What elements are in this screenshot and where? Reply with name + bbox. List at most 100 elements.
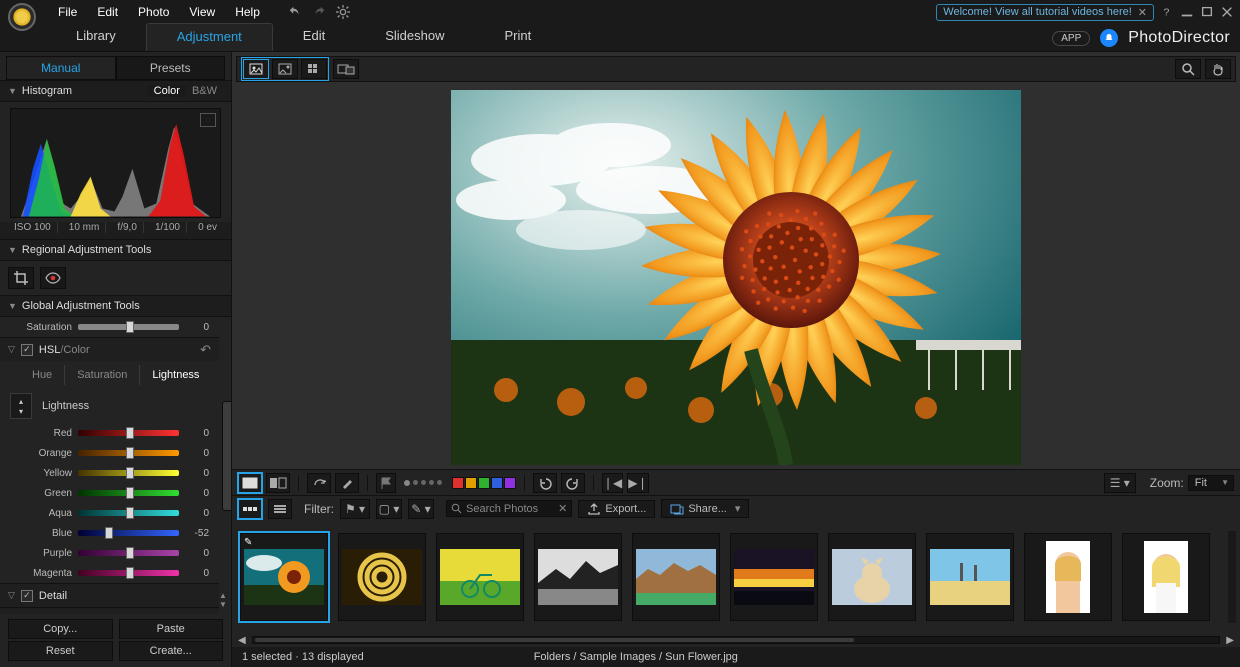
filter-flag-button[interactable]: ⚑ ▾ bbox=[340, 499, 370, 519]
menu-photo[interactable]: Photo bbox=[128, 5, 179, 19]
zoom-tool-button[interactable] bbox=[1175, 59, 1201, 79]
sort-menu-button[interactable]: ☰ ▾ bbox=[1104, 473, 1136, 493]
channel-aqua-value[interactable]: 0 bbox=[179, 508, 213, 519]
scroll-right-button[interactable]: ▶ bbox=[1226, 635, 1234, 646]
menu-edit[interactable]: Edit bbox=[87, 5, 128, 19]
panel-scrollbar[interactable] bbox=[221, 321, 229, 610]
hsl-enable-checkbox[interactable]: ✓ bbox=[21, 344, 33, 356]
export-button[interactable]: Export... bbox=[578, 500, 655, 518]
filter-label-button[interactable]: ▢ ▾ bbox=[376, 499, 402, 519]
pan-tool-button[interactable] bbox=[1205, 59, 1231, 79]
detail-enable-checkbox[interactable]: ✓ bbox=[21, 590, 33, 602]
channel-aqua-slider[interactable] bbox=[78, 510, 179, 516]
thumb-sunflower[interactable]: ✎ bbox=[240, 533, 328, 621]
notification-bell-icon[interactable] bbox=[1100, 29, 1118, 47]
menu-file[interactable]: File bbox=[48, 5, 87, 19]
hsl-tab-saturation[interactable]: Saturation bbox=[65, 365, 140, 385]
rating-dots[interactable] bbox=[404, 480, 442, 486]
redo-icon[interactable] bbox=[312, 5, 326, 19]
filter-edit-button[interactable]: ✎ ▾ bbox=[408, 499, 434, 519]
scroll-left-button[interactable]: ◀ bbox=[238, 635, 246, 646]
hsl-group-header[interactable]: ▽ ✓ HSL / Color ↶ bbox=[0, 337, 219, 361]
channel-blue-slider[interactable] bbox=[78, 530, 179, 536]
hsl-tab-hue[interactable]: Hue bbox=[20, 365, 65, 385]
thumb-beach[interactable] bbox=[926, 533, 1014, 621]
detail-group-header[interactable]: ▽ ✓ Detail bbox=[0, 583, 219, 607]
brush-button[interactable] bbox=[335, 473, 359, 493]
filmstrip[interactable]: ✎ bbox=[232, 521, 1240, 633]
tab-adjustment[interactable]: Adjustment bbox=[146, 23, 273, 51]
thumb-sunset[interactable] bbox=[730, 533, 818, 621]
flag-button[interactable] bbox=[376, 473, 396, 493]
thumb-woman2[interactable] bbox=[1122, 533, 1210, 621]
histogram-mode-bw[interactable]: B&W bbox=[186, 85, 223, 97]
thumb-size-small-button[interactable] bbox=[238, 499, 262, 519]
prev-photo-button[interactable]: ❘◀ bbox=[602, 473, 623, 493]
channel-green-value[interactable]: 0 bbox=[179, 488, 213, 499]
compare-single-button[interactable] bbox=[238, 473, 262, 493]
view-split-button[interactable] bbox=[272, 59, 298, 79]
channel-purple-slider[interactable] bbox=[78, 550, 179, 556]
close-window-icon[interactable] bbox=[1220, 5, 1234, 19]
subtab-presets[interactable]: Presets bbox=[116, 56, 226, 80]
view-secondary-button[interactable] bbox=[333, 59, 359, 79]
minimize-icon[interactable] bbox=[1180, 5, 1194, 19]
channel-red-value[interactable]: 0 bbox=[179, 428, 213, 439]
redeye-tool-button[interactable] bbox=[40, 267, 66, 289]
channel-yellow-slider[interactable] bbox=[78, 470, 179, 476]
close-icon[interactable]: ✕ bbox=[1138, 6, 1147, 19]
chevron-down-icon[interactable]: ▼ bbox=[8, 86, 17, 96]
channel-magenta-value[interactable]: 0 bbox=[179, 568, 213, 579]
hsl-tab-lightness[interactable]: Lightness bbox=[140, 365, 211, 385]
maximize-icon[interactable] bbox=[1200, 5, 1214, 19]
paste-button[interactable]: Paste bbox=[119, 619, 224, 639]
histogram-mode-color[interactable]: Color bbox=[148, 85, 186, 97]
copy-button[interactable]: Copy... bbox=[8, 619, 113, 639]
chevron-down-icon[interactable]: ▼ bbox=[8, 245, 17, 255]
main-photo-preview[interactable] bbox=[451, 90, 1021, 465]
tab-edit[interactable]: Edit bbox=[273, 23, 355, 51]
saturation-value[interactable]: 0 bbox=[179, 322, 213, 333]
channel-yellow-value[interactable]: 0 bbox=[179, 468, 213, 479]
share-button[interactable]: Share... bbox=[661, 499, 749, 518]
tab-slideshow[interactable]: Slideshow bbox=[355, 23, 474, 51]
subtab-manual[interactable]: Manual bbox=[6, 56, 116, 80]
history-undo-button[interactable] bbox=[533, 473, 557, 493]
history-redo-button[interactable] bbox=[561, 473, 585, 493]
thumb-size-list-button[interactable] bbox=[268, 499, 292, 519]
target-adjust-tool[interactable]: ▴▾ bbox=[10, 393, 32, 419]
tab-library[interactable]: Library bbox=[46, 23, 146, 51]
view-single-button[interactable] bbox=[243, 59, 269, 79]
undo-icon[interactable] bbox=[288, 5, 302, 19]
thumb-woman1[interactable] bbox=[1024, 533, 1112, 621]
help-icon[interactable]: ? bbox=[1160, 5, 1174, 19]
thumb-cat[interactable] bbox=[828, 533, 916, 621]
next-photo-button[interactable]: ▶❘ bbox=[627, 473, 648, 493]
thumb-spiral[interactable] bbox=[338, 533, 426, 621]
panel-nav-arrows[interactable]: ▲▼ bbox=[219, 591, 229, 609]
channel-blue-value[interactable]: -52 bbox=[179, 528, 213, 539]
chevron-down-icon[interactable]: ▼ bbox=[8, 301, 17, 311]
zoom-select[interactable]: Fit bbox=[1188, 475, 1234, 491]
view-grid-button[interactable] bbox=[301, 59, 327, 79]
create-button[interactable]: Create... bbox=[119, 641, 224, 661]
channel-purple-value[interactable]: 0 bbox=[179, 548, 213, 559]
compare-side-button[interactable] bbox=[266, 473, 290, 493]
channel-magenta-slider[interactable] bbox=[78, 570, 179, 576]
rotate-button[interactable] bbox=[307, 473, 331, 493]
tab-print[interactable]: Print bbox=[474, 23, 561, 51]
menu-view[interactable]: View bbox=[179, 5, 225, 19]
settings-icon[interactable] bbox=[336, 5, 350, 19]
color-labels[interactable] bbox=[452, 477, 516, 489]
channel-orange-value[interactable]: 0 bbox=[179, 448, 213, 459]
thumb-lake-bw[interactable] bbox=[534, 533, 622, 621]
tutorial-banner[interactable]: Welcome! View all tutorial videos here! … bbox=[936, 4, 1154, 21]
saturation-slider[interactable] bbox=[78, 324, 179, 330]
clear-search-icon[interactable]: ✕ bbox=[558, 502, 567, 515]
hsl-reset-icon[interactable]: ↶ bbox=[200, 342, 211, 358]
search-input[interactable]: Search Photos ✕ bbox=[446, 500, 572, 517]
reset-button[interactable]: Reset bbox=[8, 641, 113, 661]
filmstrip-scrollbar[interactable] bbox=[252, 636, 1221, 644]
target-icon[interactable]: ⌖ bbox=[205, 612, 211, 614]
channel-orange-slider[interactable] bbox=[78, 450, 179, 456]
